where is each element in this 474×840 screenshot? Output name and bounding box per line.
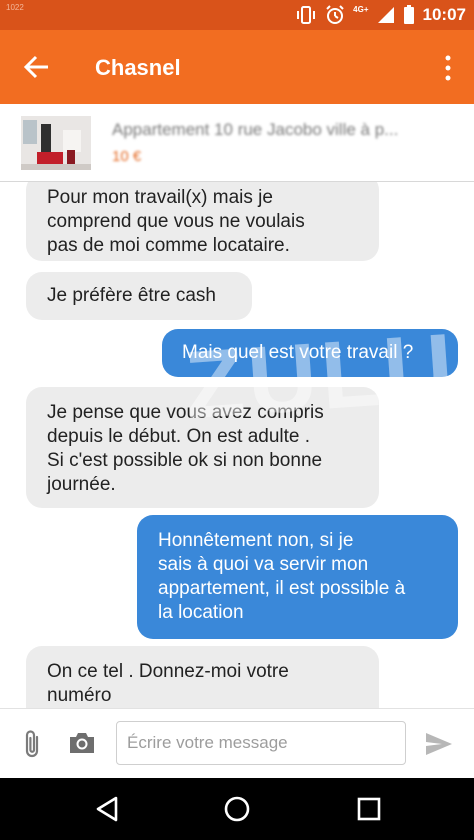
signal-icon [377,7,394,23]
message-text: Honnêtement non, si je sais à quoi va se… [158,530,406,623]
message-text: Je pense que vous avez compris depuis le… [47,402,324,495]
status-icons: 4G+ 10:07 [295,4,466,26]
battery-icon [403,5,414,24]
system-navigation-bar [0,778,474,840]
status-bar: 1022 4G+ 10:07 [0,0,474,30]
status-time: 10:07 [422,5,466,24]
vibrate-icon [297,6,316,24]
arrow-left-icon[interactable] [22,52,52,82]
app-bar: Chasnel [0,30,474,104]
message-incoming: Pour mon travail(x) mais je comprend que… [26,182,379,261]
alarm-icon [326,5,344,24]
message-composer [0,708,474,778]
more-vert-icon[interactable] [440,54,456,82]
listing-title: Appartement 10 rue Jacobo ville à p... [112,120,399,139]
network-type-label: 4G+ [353,4,369,14]
triangle-back-icon[interactable] [92,794,122,824]
message-incoming: Je pense que vous avez compris depuis le… [26,387,379,508]
message-outgoing: Mais quel est votre travail ? [162,329,458,377]
message-text: Mais quel est votre travail ? [182,342,414,363]
message-text: On ce tel . Donnez-moi votre numéro [47,661,289,706]
paperclip-icon[interactable] [20,729,46,759]
message-text: Je préfère être cash [47,285,216,306]
listing-thumbnail [21,116,91,170]
conversation-title: Chasnel [95,55,181,80]
camera-icon[interactable] [67,730,97,756]
message-outgoing: Honnêtement non, si je sais à quoi va se… [137,515,458,639]
square-recents-icon[interactable] [354,794,384,824]
message-list[interactable]: Pour mon travail(x) mais je comprend que… [0,182,474,708]
circle-home-icon[interactable] [222,794,252,824]
message-text: Pour mon travail(x) mais je comprend que… [47,187,305,256]
send-icon[interactable] [424,731,454,757]
message-incoming: Je préfère être cash [26,272,252,320]
listing-header[interactable]: Appartement 10 rue Jacobo ville à p... 1… [0,104,474,182]
message-input[interactable] [116,721,406,765]
message-incoming: On ce tel . Donnez-moi votre numéro [26,646,379,708]
listing-price: 10 € [112,148,142,165]
status-corner-label: 1022 [6,3,24,12]
